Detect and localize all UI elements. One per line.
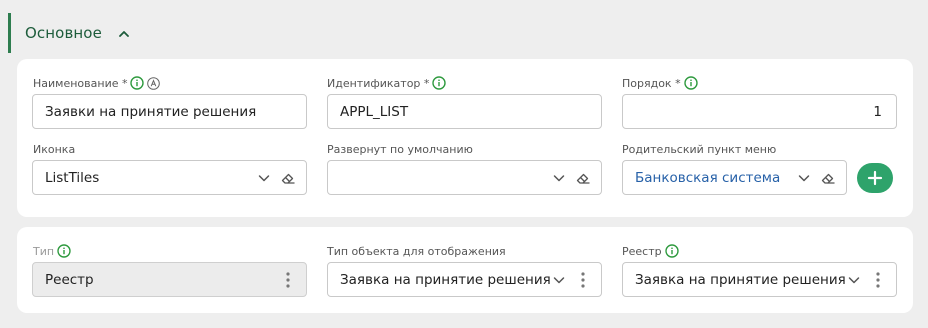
- order-input-value: 1: [873, 103, 882, 120]
- object-type-select-value: Заявка на принятие решения: [340, 271, 551, 288]
- order-label-text: Порядок *: [622, 76, 681, 90]
- order-input[interactable]: 1: [622, 94, 897, 129]
- order-label: Порядок *: [622, 76, 698, 90]
- chevron-down-icon[interactable]: [551, 272, 567, 288]
- chevron-down-icon[interactable]: [846, 272, 862, 288]
- identifier-input-value: APPL_LIST: [340, 103, 409, 120]
- more-vertical-icon[interactable]: [280, 271, 296, 289]
- object-type-label-text: Тип объекта для отображения: [327, 244, 506, 258]
- object-type-select[interactable]: Заявка на принятие решения: [327, 262, 602, 297]
- registry-label: Реестр: [622, 244, 679, 258]
- type-label: Тип: [33, 244, 71, 258]
- expanded-label-text: Развернут по умолчанию: [327, 142, 473, 156]
- parent-menu-label: Родительский пункт меню: [622, 142, 776, 156]
- icon-label-text: Иконка: [33, 142, 76, 156]
- more-vertical-icon[interactable]: [575, 271, 591, 289]
- info-icon[interactable]: [57, 244, 71, 258]
- name-input-value: Заявки на принятие решения: [45, 103, 257, 120]
- registry-select-value: Заявка на принятие решения: [635, 271, 846, 288]
- plus-icon: [867, 170, 883, 186]
- section-title: Основное: [25, 24, 102, 42]
- identifier-label-text: Идентификатор *: [327, 76, 430, 90]
- section-accent-bar: [8, 13, 11, 53]
- info-icon[interactable]: [130, 76, 145, 90]
- eraser-icon[interactable]: [575, 170, 591, 186]
- type-label-text: Тип: [33, 244, 55, 258]
- form-panel: Основное Наименование * Идентификатор * …: [0, 0, 928, 328]
- registry-label-text: Реестр: [622, 244, 662, 258]
- chevron-up-icon[interactable]: [117, 27, 131, 41]
- registry-select[interactable]: Заявка на принятие решения: [622, 262, 897, 297]
- icon-select[interactable]: ListTiles: [32, 160, 307, 195]
- chevron-down-icon[interactable]: [796, 170, 812, 186]
- name-input[interactable]: Заявки на принятие решения: [32, 94, 307, 129]
- parent-menu-select[interactable]: Банковская система: [622, 160, 847, 195]
- object-type-label: Тип объекта для отображения: [327, 244, 506, 258]
- identifier-label: Идентификатор *: [327, 76, 447, 90]
- eraser-icon[interactable]: [820, 170, 836, 186]
- parent-menu-label-text: Родительский пункт меню: [622, 142, 777, 156]
- name-label-text: Наименование *: [33, 76, 128, 90]
- chevron-down-icon[interactable]: [551, 170, 567, 186]
- type-select-value: Реестр: [45, 271, 94, 288]
- icon-label: Иконка: [33, 142, 75, 156]
- chevron-down-icon[interactable]: [256, 170, 272, 186]
- icon-select-value: ListTiles: [45, 169, 100, 186]
- info-icon[interactable]: [432, 76, 447, 90]
- info-icon[interactable]: [664, 244, 679, 258]
- info-icon[interactable]: [683, 76, 698, 90]
- section-header[interactable]: Основное: [8, 13, 922, 53]
- expanded-label: Развернут по умолчанию: [327, 142, 473, 156]
- identifier-input[interactable]: APPL_LIST: [327, 94, 602, 129]
- more-vertical-icon[interactable]: [870, 271, 886, 289]
- eraser-icon[interactable]: [280, 170, 296, 186]
- expanded-select[interactable]: [327, 160, 602, 195]
- add-parent-menu-button[interactable]: [857, 163, 893, 193]
- type-select: Реестр: [32, 262, 307, 297]
- parent-menu-select-value[interactable]: Банковская система: [635, 170, 796, 186]
- name-label: Наименование *: [33, 76, 161, 90]
- auto-icon[interactable]: [147, 76, 161, 90]
